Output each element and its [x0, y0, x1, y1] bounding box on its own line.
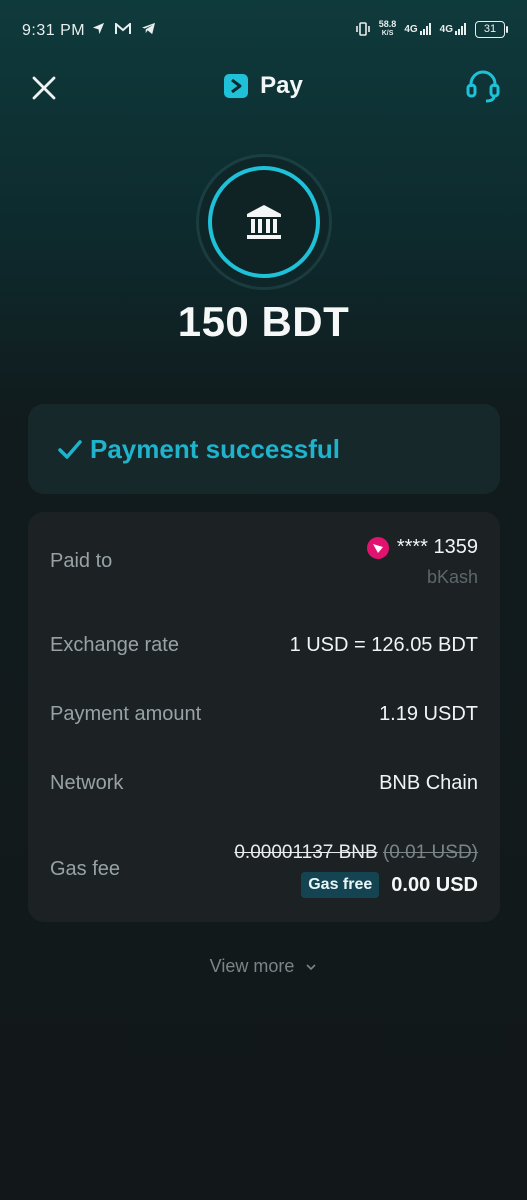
paid-to-row: Paid to **** 1359 bKash [50, 536, 478, 606]
gas-fee-label: Gas fee [50, 858, 121, 880]
gas-fee-original-usd: (0.01 USD) [382, 842, 478, 863]
status-card: Payment successful [28, 404, 500, 494]
paid-to-provider: bKash [426, 567, 478, 587]
view-more-label: View more [209, 956, 295, 976]
gas-fee-final: 0.00 USD [391, 873, 478, 896]
vibrate-icon [355, 22, 370, 36]
support-button[interactable] [463, 66, 503, 106]
signal-2: 4G [440, 23, 467, 35]
header: Pay [0, 60, 527, 112]
signal-bars-icon [455, 23, 466, 35]
bank-icon [247, 205, 281, 239]
location-arrow-icon [92, 22, 105, 35]
notification-icons [92, 22, 156, 35]
battery-icon: 31 [475, 20, 508, 38]
exchange-rate-value: 1 USD = 126.05 BDT [289, 634, 478, 656]
gas-fee-original-bnb: 0.00001137 BNB [234, 842, 378, 863]
gas-fee-value: 0.00001137 BNB (0.01 USD) Gas free 0.00 … [234, 842, 478, 898]
network-type-2: 4G [439, 24, 453, 35]
payment-amount-label: Payment amount [50, 703, 202, 725]
gas-fee-row: Gas fee 0.00001137 BNB (0.01 USD) Gas fr… [50, 842, 478, 904]
paid-to-label: Paid to [50, 550, 113, 572]
network-type-1: 4G [404, 24, 418, 35]
status-bar: 9:31 PM 58.8 K/S 4G 4G 31 [0, 0, 527, 64]
signal-1: 4G [404, 23, 431, 35]
details-card: Paid to **** 1359 bKash Exchange rate 1 … [28, 512, 500, 922]
check-icon [58, 440, 82, 459]
telegram-icon [142, 22, 155, 35]
signal-bars-icon [419, 23, 431, 35]
headset-icon [466, 70, 500, 103]
status-text: Payment successful [90, 433, 341, 464]
paid-to-value: **** 1359 bKash [366, 536, 478, 588]
battery-level: 31 [483, 23, 497, 35]
bank-icon-ring [208, 166, 320, 278]
header-title: Pay [0, 72, 527, 100]
exchange-rate-row: Exchange rate 1 USD = 126.05 BDT [50, 634, 478, 662]
speed-value: 58.8 [378, 19, 397, 29]
network-row: Network BNB Chain [50, 772, 478, 800]
paid-to-account: **** 1359 [396, 536, 478, 558]
payment-amount-value: 1.19 USDT [379, 703, 478, 725]
network-speed: 58.8 K/S [379, 20, 397, 38]
gas-free-badge: Gas free [301, 872, 380, 898]
chevron-down-icon [306, 964, 316, 971]
payment-method-badge [199, 157, 329, 287]
network-label: Network [50, 772, 124, 794]
system-indicators: 58.8 K/S 4G 4G 31 [355, 20, 508, 38]
exchange-rate-label: Exchange rate [50, 634, 179, 656]
network-value: BNB Chain [379, 772, 478, 794]
view-more-button[interactable]: View more [0, 956, 527, 977]
status-time: 9:31 PM [22, 22, 86, 39]
page-title: Pay [260, 72, 303, 99]
mail-icon [115, 22, 131, 34]
pay-logo-icon [224, 74, 249, 98]
payment-amount-title: 150 BDT [177, 298, 350, 345]
speed-unit: K/S [381, 30, 394, 37]
bkash-logo-icon [366, 536, 389, 559]
payment-amount-row: Payment amount 1.19 USDT [50, 703, 478, 731]
